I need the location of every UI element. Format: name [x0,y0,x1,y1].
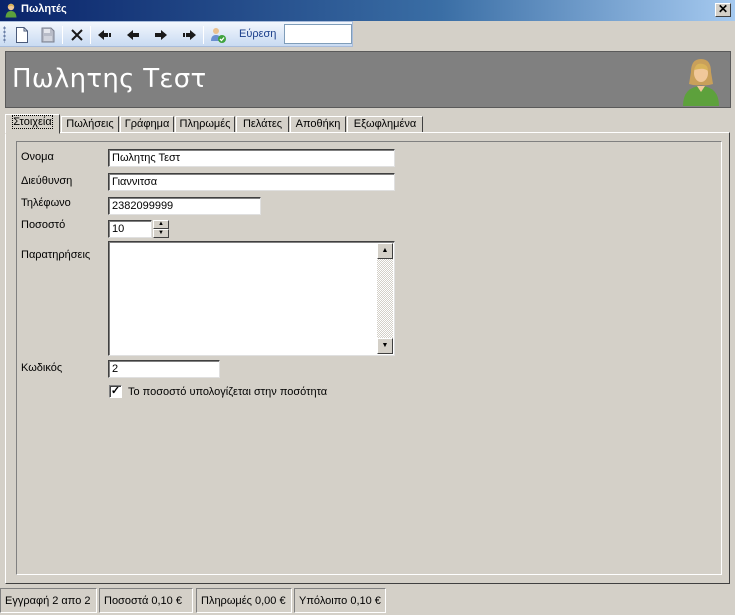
save-icon [41,27,55,43]
first-arrow-icon [98,30,111,40]
notes-label: Παρατηρήσεις [21,249,91,261]
tab-chart[interactable]: Γράφημα [120,116,174,133]
name-label: Ονομα [21,151,54,163]
scroll-down-icon[interactable]: ▼ [377,338,393,354]
window-title: Πωλητές [21,3,67,15]
toolbar-grip[interactable] [3,26,6,43]
payments-total-status: Πληρωμές 0,00 € [196,588,292,613]
user-avatar-icon [683,59,719,106]
code-label: Κωδικός [21,362,63,374]
tab-payments[interactable]: Πληρωμές [175,116,235,133]
search-label: Εύρεση [239,28,277,40]
address-label: Διεύθυνση [21,175,73,187]
percent-label: Ποσοστό [21,219,66,231]
percent-quantity-checkbox[interactable]: ✓ [109,385,122,398]
next-record-button[interactable] [151,25,171,45]
record-position-status: Εγγραφή 2 απο 2 [0,588,97,613]
find-user-button[interactable] [208,25,228,45]
first-record-button[interactable] [95,25,115,45]
phone-label: Τηλέφωνο [21,197,71,209]
spin-up-icon[interactable]: ▲ [153,220,169,229]
tab-warehouse[interactable]: Αποθήκη [290,116,346,133]
toolbar-separator [90,26,91,44]
tab-customers[interactable]: Πελάτες [236,116,289,133]
address-field[interactable] [108,173,395,191]
spin-down-icon[interactable]: ▼ [153,229,169,238]
percent-quantity-label: Το ποσοστό υπολογίζεται στην ποσότητα [128,386,328,398]
close-window-button[interactable]: ✕ [715,3,731,17]
scroll-up-icon[interactable]: ▲ [377,243,393,259]
left-arrow-icon [127,30,139,40]
name-field[interactable] [108,149,395,167]
new-document-icon [16,27,28,43]
user-icon [5,3,17,18]
window-titlebar: Πωλητές ✕ [0,0,735,21]
notes-scrollbar[interactable]: ▲ ▼ [377,243,393,354]
details-panel: Ονομα Διεύθυνση Τηλέφωνο Ποσοστό ▲ ▼ Παρ… [5,132,730,584]
phone-field[interactable] [108,197,261,215]
toolbar-separator [203,26,204,44]
toolbar: Εύρεση [0,21,353,47]
tab-paid[interactable]: Εξωφλημένα [347,116,423,133]
tab-sales[interactable]: Πωλήσεις [61,116,119,133]
user-search-icon [211,28,226,43]
status-bar: Εγγραφή 2 απο 2 Ποσοστά 0,10 € Πληρωμές … [0,588,735,615]
percent-field[interactable] [108,220,152,238]
new-record-button[interactable] [12,25,32,45]
notes-textarea[interactable]: ▲ ▼ [108,241,395,356]
search-input[interactable] [284,24,352,44]
last-record-button[interactable] [179,25,199,45]
right-arrow-icon [155,30,167,40]
tab-details[interactable]: Στοιχεία [5,114,60,134]
code-field[interactable] [108,360,220,378]
record-title: Πωλητης Τεστ [12,64,207,94]
toolbar-separator [62,26,63,44]
percent-total-status: Ποσοστά 0,10 € [99,588,193,613]
previous-record-button[interactable] [123,25,143,45]
delete-button[interactable] [67,25,87,45]
save-button[interactable] [38,25,58,45]
close-icon [71,29,83,41]
balance-status: Υπόλοιπο 0,10 € [294,588,386,613]
percent-spinner[interactable]: ▲ ▼ [153,220,169,238]
record-header: Πωλητης Τεστ [5,51,731,108]
last-arrow-icon [183,30,196,40]
